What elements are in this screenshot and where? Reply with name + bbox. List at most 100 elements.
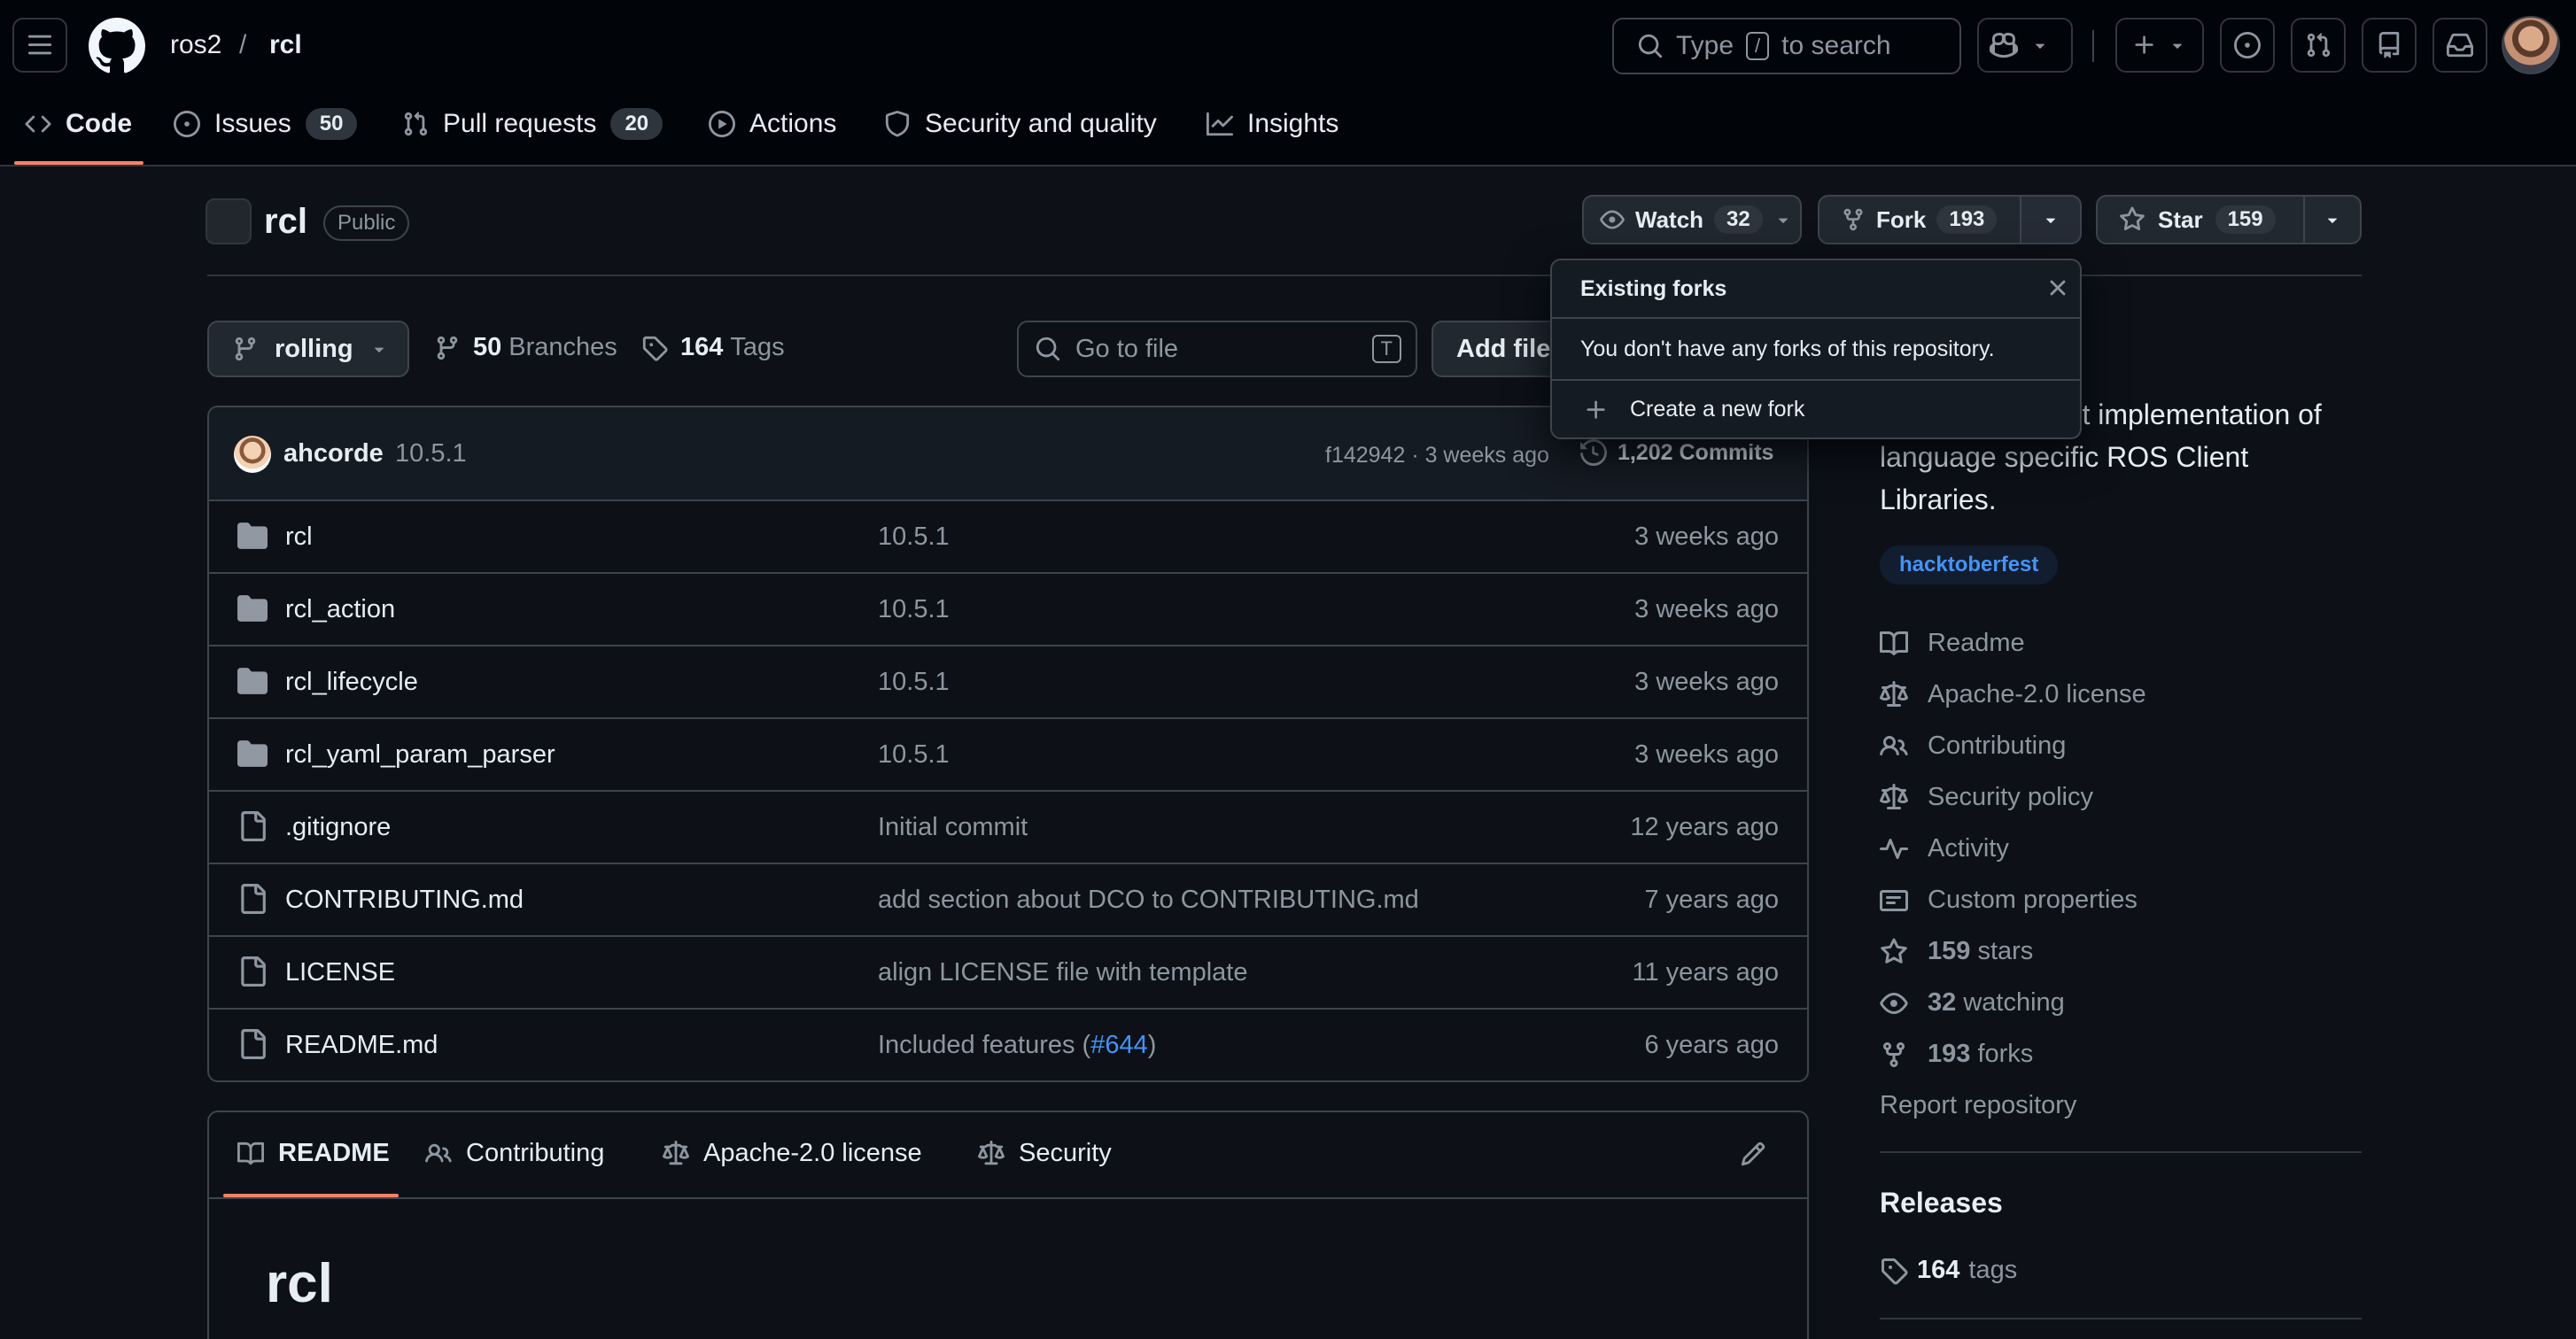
file-commit-message[interactable]: add section about DCO to CONTRIBUTING.md — [878, 886, 1419, 915]
file-age: 3 weeks ago — [1634, 740, 1779, 769]
security-policy-link[interactable]: Security policy — [1880, 783, 2093, 812]
file-row-gitignore[interactable]: .gitignore Initial commit 12 years ago — [209, 792, 1807, 864]
repo-title[interactable]: rcl — [264, 202, 307, 242]
branches-link[interactable]: 50 Branches — [434, 333, 617, 362]
create-new-button[interactable] — [2115, 18, 2204, 73]
copilot-button[interactable] — [1977, 18, 2073, 73]
breadcrumb-repo[interactable]: rcl — [269, 30, 302, 60]
file-commit-message[interactable]: 10.5.1 — [878, 522, 950, 552]
file-name[interactable]: README.md — [285, 1031, 438, 1060]
git-pull-request-icon — [2307, 33, 2331, 58]
tab-code-label: Code — [66, 109, 132, 138]
github-logo-icon[interactable] — [89, 18, 145, 74]
readme-tab-license[interactable]: Apache-2.0 license — [663, 1139, 922, 1168]
tags-link[interactable]: 164 Tags — [641, 333, 785, 362]
file-row-license[interactable]: LICENSE align LICENSE file with template… — [209, 937, 1807, 1010]
file-commit-message[interactable]: align LICENSE file with template — [878, 958, 1247, 987]
law-icon — [1880, 680, 1908, 707]
releases-heading[interactable]: Releases — [1880, 1187, 2003, 1219]
existing-forks-popover: Existing forks You don't have any forks … — [1550, 259, 2082, 439]
fork-dropdown-button[interactable] — [2020, 195, 2082, 244]
contributing-link[interactable]: Contributing — [1880, 731, 2066, 761]
edit-readme-button[interactable] — [1740, 1141, 1766, 1167]
menu-button[interactable] — [12, 18, 67, 73]
star-list-dropdown-button[interactable] — [2303, 195, 2362, 244]
file-row-rcl-yaml-param-parser[interactable]: rcl_yaml_param_parser 10.5.1 3 weeks ago — [209, 719, 1807, 792]
activity-link[interactable]: Activity — [1880, 834, 2009, 863]
readme-tab-security[interactable]: Security — [978, 1139, 1112, 1168]
create-new-fork-item[interactable]: Create a new fork — [1584, 397, 1804, 422]
license-link[interactable]: Apache-2.0 license — [1880, 680, 2146, 709]
report-repository-link[interactable]: Report repository — [1880, 1091, 2076, 1120]
file-commit-message[interactable]: Initial commit — [878, 813, 1028, 842]
commit-hash-time[interactable]: f142942 · 3 weeks ago — [1325, 443, 1549, 468]
popover-close-button[interactable] — [2045, 275, 2073, 303]
tab-security[interactable]: Security and quality — [884, 101, 1157, 147]
inbox-button[interactable] — [2432, 18, 2487, 73]
branch-selector[interactable]: rolling — [207, 321, 409, 377]
avatar[interactable] — [234, 436, 271, 473]
forks-link[interactable]: 193 forks — [1880, 1040, 2033, 1069]
file-age: 6 years ago — [1644, 1031, 1779, 1059]
fork-button[interactable]: Fork 193 — [1818, 195, 2021, 244]
watch-button[interactable]: Watch 32 — [1582, 195, 1802, 244]
commit-message-text[interactable]: Included features ( — [878, 1031, 1090, 1059]
tab-code[interactable]: Code — [25, 101, 132, 147]
chevron-down-icon — [374, 347, 384, 352]
repositories-header-button[interactable] — [2362, 18, 2417, 73]
search-input[interactable]: Type / to search — [1612, 18, 1961, 74]
go-to-file-input[interactable]: Go to file T — [1017, 321, 1417, 377]
avatar[interactable] — [2502, 16, 2560, 74]
tag-icon — [642, 336, 668, 361]
custom-properties-link[interactable]: Custom properties — [1880, 886, 2138, 915]
commit-message-end: ) — [1147, 1031, 1157, 1059]
file-name[interactable]: rcl_yaml_param_parser — [285, 740, 555, 770]
file-name[interactable]: LICENSE — [285, 958, 395, 987]
breadcrumb-owner[interactable]: ros2 — [170, 30, 221, 60]
readme-heading: rcl — [266, 1253, 333, 1314]
file-name[interactable]: rcl_action — [285, 595, 395, 624]
readme-link[interactable]: Readme — [1880, 629, 2025, 658]
commit-message[interactable]: 10.5.1 — [395, 439, 467, 468]
file-row-contributing[interactable]: CONTRIBUTING.md add section about DCO to… — [209, 864, 1807, 937]
watching-link[interactable]: 32 watching — [1880, 988, 2065, 1018]
file-row-readme[interactable]: README.md Included features (#644) 6 yea… — [209, 1010, 1807, 1080]
file-name[interactable]: CONTRIBUTING.md — [285, 886, 524, 915]
active-tab-indicator — [14, 161, 144, 165]
tab-actions[interactable]: Actions — [709, 101, 836, 147]
file-row-rcl-lifecycle[interactable]: rcl_lifecycle 10.5.1 3 weeks ago — [209, 646, 1807, 719]
file-name[interactable]: rcl_lifecycle — [285, 668, 418, 697]
pull-requests-header-button[interactable] — [2291, 18, 2346, 73]
star-button[interactable]: Star 159 — [2096, 195, 2305, 244]
issue-opened-icon — [174, 111, 200, 137]
tab-insights[interactable]: Insights — [1207, 101, 1338, 147]
plus-icon — [1587, 400, 1605, 419]
shield-icon — [885, 111, 910, 137]
commits-link[interactable]: 1,202 Commits — [1580, 439, 1773, 466]
tab-issues[interactable]: Issues 50 — [174, 101, 358, 147]
visibility-badge: Public — [323, 205, 410, 241]
contributing-link-label: Contributing — [1928, 731, 2067, 760]
issues-header-button[interactable] — [2220, 18, 2275, 73]
stars-link[interactable]: 159 stars — [1880, 937, 2033, 966]
topic-tag[interactable]: hacktoberfest — [1880, 546, 2059, 584]
copilot-icon — [1990, 32, 2018, 58]
readme-tab-label: README — [278, 1139, 390, 1167]
pull-request-link[interactable]: #644 — [1090, 1031, 1148, 1059]
file-row-rcl-action[interactable]: rcl_action 10.5.1 3 weeks ago — [209, 574, 1807, 646]
readme-tab-contributing[interactable]: Contributing — [425, 1139, 604, 1168]
tab-issues-label: Issues — [214, 109, 291, 138]
file-commit-message[interactable]: 10.5.1 — [878, 740, 950, 770]
file-name[interactable]: .gitignore — [285, 813, 391, 842]
file-row-rcl[interactable]: rcl 10.5.1 3 weeks ago — [209, 501, 1807, 574]
file-age: 3 weeks ago — [1634, 595, 1779, 623]
commit-author[interactable]: ahcorde — [283, 439, 384, 468]
readme-tab-readme[interactable]: README — [237, 1139, 390, 1168]
breadcrumb-separator: / — [239, 30, 247, 59]
tab-pull-requests[interactable]: Pull requests 20 — [402, 101, 663, 147]
about-description-line: language specific ROS Client — [1880, 441, 2249, 473]
releases-tags-link[interactable]: 164 tags — [1880, 1256, 2017, 1285]
file-commit-message[interactable]: 10.5.1 — [878, 595, 950, 624]
file-name[interactable]: rcl — [285, 522, 313, 552]
file-commit-message[interactable]: 10.5.1 — [878, 668, 950, 697]
